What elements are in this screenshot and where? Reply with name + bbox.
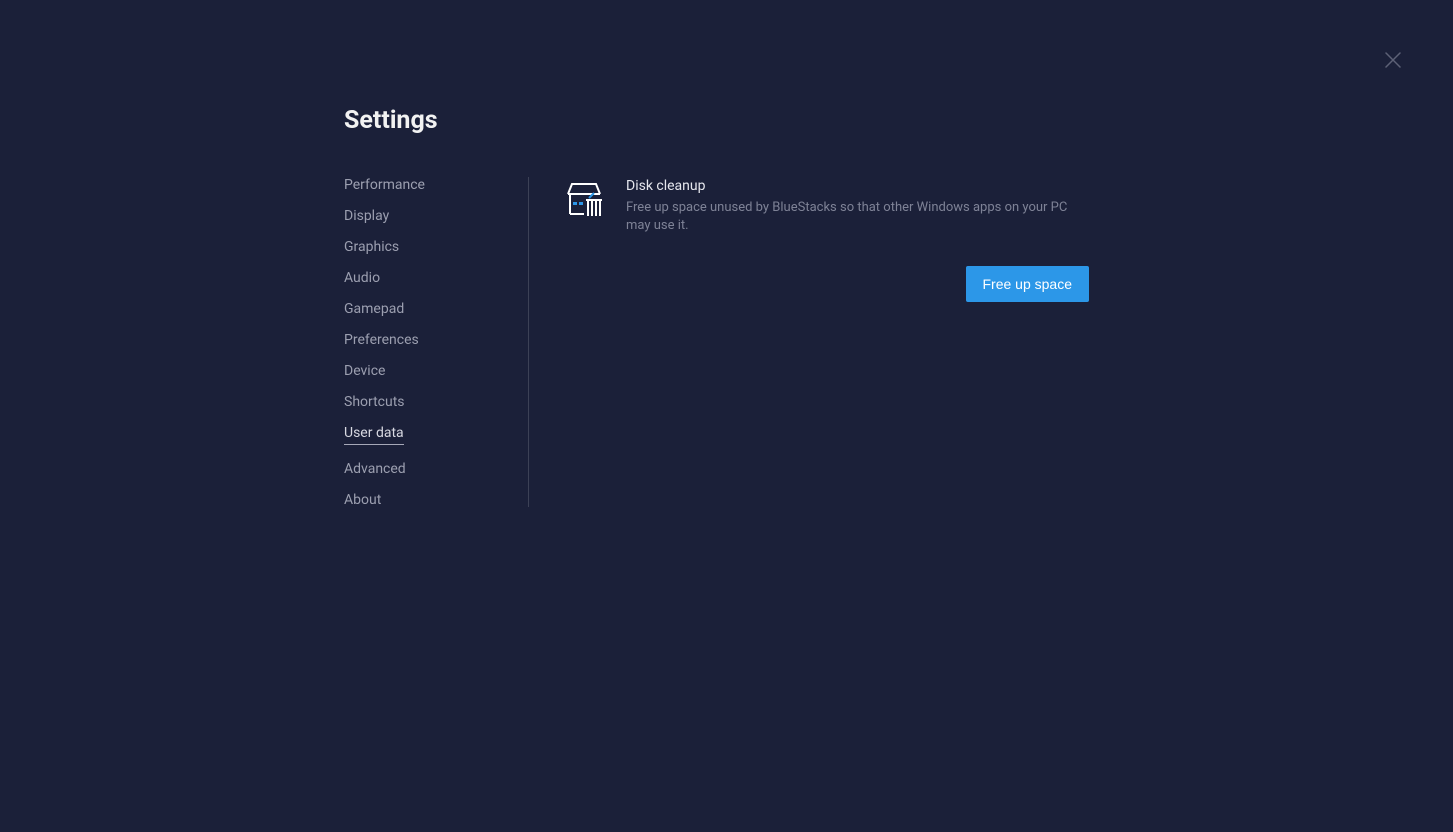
sidebar-item-performance[interactable]: Performance [344, 178, 425, 192]
sidebar-item-shortcuts[interactable]: Shortcuts [344, 395, 405, 409]
page-title: Settings [344, 106, 1144, 135]
sidebar-item-user-data[interactable]: User data [344, 426, 404, 445]
sidebar-item-graphics[interactable]: Graphics [344, 240, 399, 254]
sidebar-item-advanced[interactable]: Advanced [344, 462, 406, 476]
content-panel: Disk cleanup Free up space unused by Blu… [529, 177, 1089, 507]
sidebar-list: Performance Display Graphics Audio Gamep… [344, 178, 508, 507]
sidebar-item-device[interactable]: Device [344, 364, 385, 378]
sidebar-item-about[interactable]: About [344, 493, 381, 507]
disk-cleanup-icon [564, 180, 604, 220]
sidebar-item-gamepad[interactable]: Gamepad [344, 302, 404, 316]
sidebar-item-display[interactable]: Display [344, 209, 389, 223]
free-up-space-button[interactable]: Free up space [966, 266, 1090, 302]
disk-cleanup-description: Free up space unused by BlueStacks so th… [626, 199, 1089, 234]
settings-panel: Settings Performance Display Graphics Au… [344, 106, 1144, 507]
sidebar-item-audio[interactable]: Audio [344, 271, 380, 285]
settings-sidebar: Performance Display Graphics Audio Gamep… [344, 177, 529, 507]
close-icon [1385, 53, 1401, 72]
sidebar-item-preferences[interactable]: Preferences [344, 333, 419, 347]
disk-cleanup-section: Disk cleanup Free up space unused by Blu… [564, 178, 1089, 234]
close-button[interactable] [1385, 52, 1401, 68]
disk-cleanup-title: Disk cleanup [626, 178, 1089, 194]
